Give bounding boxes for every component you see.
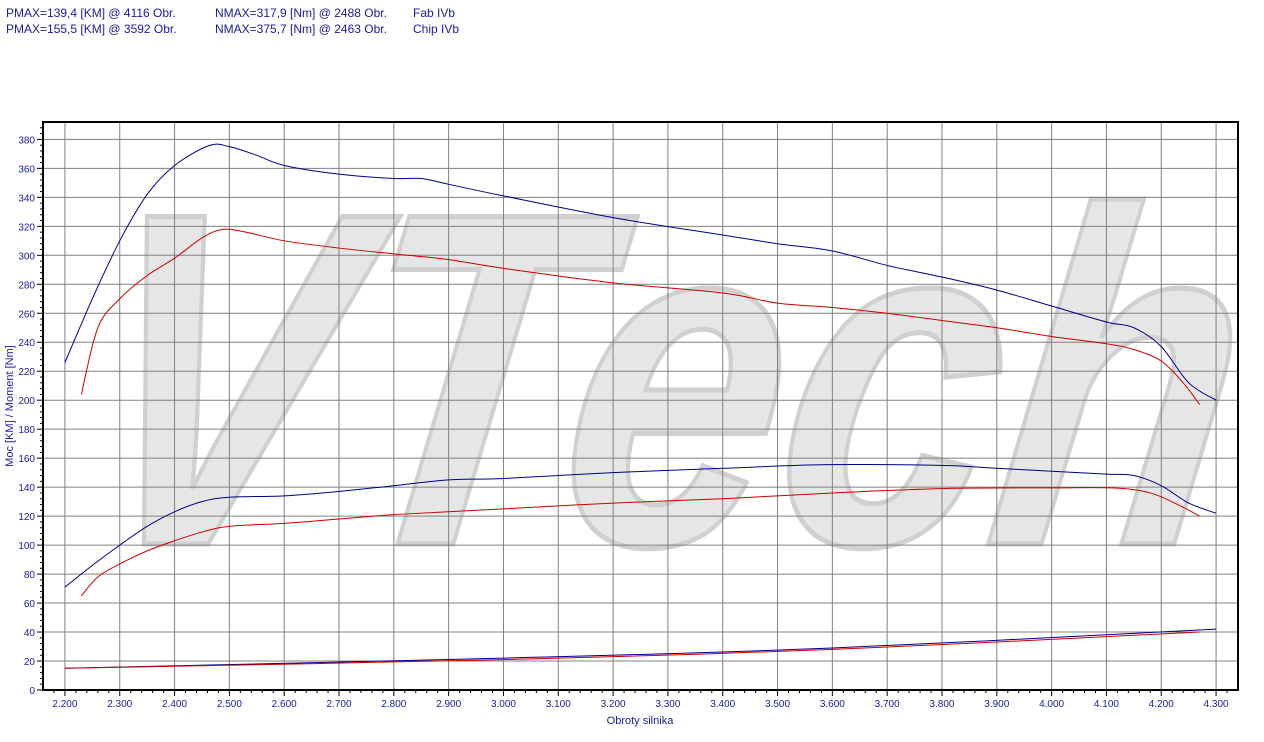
x-tick-label: 3.800 [929, 699, 954, 710]
y-tick-label: 320 [18, 222, 35, 233]
x-tick-label: 3.600 [820, 699, 845, 710]
x-tick-label: 2.600 [272, 699, 297, 710]
x-tick-label: 3.400 [710, 699, 735, 710]
x-tick-label: 3.700 [875, 699, 900, 710]
y-tick-label: 360 [18, 164, 35, 175]
x-tick-label: 4.000 [1039, 699, 1064, 710]
x-tick-label: 2.700 [326, 699, 351, 710]
y-tick-label: 240 [18, 338, 35, 349]
y-tick-label: 300 [18, 251, 35, 262]
y-tick-label: 40 [24, 628, 36, 639]
x-tick-label: 2.900 [436, 699, 461, 710]
x-axis-label: Obroty silnika [607, 715, 675, 727]
y-tick-label: 120 [18, 512, 35, 523]
y-axis-label: Moc [KM] / Moment [Nm] [4, 345, 16, 467]
x-tick-label: 2.300 [107, 699, 132, 710]
x-tick-label: 2.800 [381, 699, 406, 710]
dyno-chart: VTech 2.200 2.300 2.400 2.500 2.600 2.700 2.80… [4, 111, 1264, 727]
y-tick-label: 160 [18, 454, 35, 465]
x-tick-label: 2.400 [162, 699, 187, 710]
y-tick-label: 140 [18, 483, 35, 494]
x-tick-label: 2.500 [217, 699, 242, 710]
x-tick-label: 4.300 [1204, 699, 1229, 710]
y-tick-label: 340 [18, 193, 35, 204]
x-tick-label: 3.200 [601, 699, 626, 710]
y-tick-label: 0 [29, 686, 35, 697]
y-tick-label: 180 [18, 425, 35, 436]
x-tick-label: 3.500 [765, 699, 790, 710]
y-tick-label: 100 [18, 541, 35, 552]
y-tick-label: 20 [24, 657, 36, 668]
y-tick-label: 380 [18, 135, 35, 146]
y-tick-label: 200 [18, 396, 35, 407]
x-tick-label: 4.200 [1149, 699, 1174, 710]
x-tick-label: 3.100 [546, 699, 571, 710]
watermark-text: VTech [54, 113, 1264, 645]
x-tick-label: 3.300 [655, 699, 680, 710]
x-tick-label: 4.100 [1094, 699, 1119, 710]
y-tick-label: 60 [24, 599, 36, 610]
x-tick-label: 2.200 [52, 699, 77, 710]
x-tick-label: 3.900 [984, 699, 1009, 710]
y-tick-label: 80 [24, 570, 36, 581]
watermark-logo: VTech [52, 111, 1264, 648]
y-tick-label: 220 [18, 367, 35, 378]
x-tick-label: 3.000 [491, 699, 516, 710]
y-tick-label: 260 [18, 309, 35, 320]
y-tick-label: 280 [18, 280, 35, 291]
